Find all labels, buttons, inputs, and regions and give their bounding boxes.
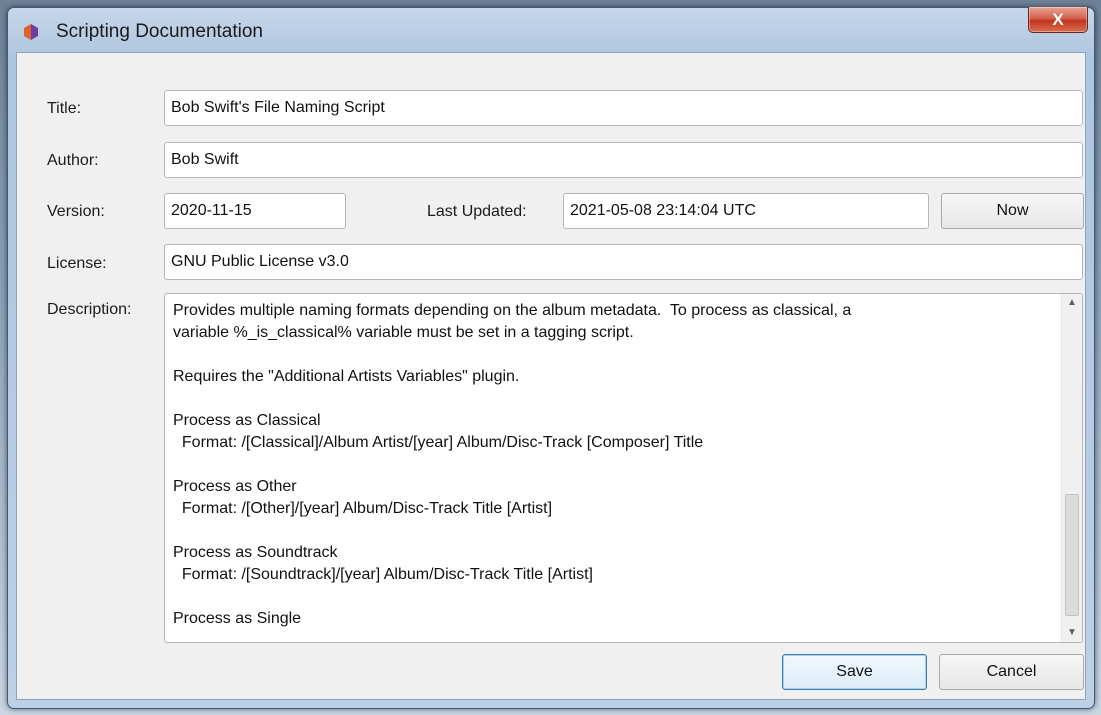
author-input[interactable] <box>164 142 1083 178</box>
description-line: Format: /[Other]/[year] Album/Disc-Track… <box>173 500 553 517</box>
dialog-window: Scripting Documentation X Title: Author:… <box>7 7 1095 709</box>
description-line: Process as Single <box>173 610 302 627</box>
last-updated-label: Last Updated: <box>427 203 527 220</box>
description-line <box>173 388 1053 410</box>
title-bar[interactable]: Scripting Documentation X <box>8 7 1094 52</box>
description-line: Process as Classical <box>173 412 321 429</box>
description-line <box>173 520 1053 542</box>
description-line: variable %_is_classical% variable must b… <box>173 324 634 341</box>
description-line: Process as Other <box>173 478 297 495</box>
vertical-scrollbar[interactable]: ▲ ▼ <box>1061 294 1082 642</box>
description-text[interactable]: Provides multiple naming formats dependi… <box>173 300 1053 630</box>
version-input[interactable] <box>164 193 346 229</box>
license-input[interactable] <box>164 244 1083 280</box>
description-line <box>173 344 1053 366</box>
title-input[interactable] <box>164 90 1083 126</box>
close-button[interactable]: X <box>1028 7 1088 33</box>
cancel-button[interactable]: Cancel <box>939 654 1084 690</box>
description-line <box>173 586 1053 608</box>
description-line: Provides multiple naming formats dependi… <box>173 302 852 319</box>
dialog-content: Title: Author: Version: Last Updated: No… <box>16 52 1086 700</box>
last-updated-input[interactable] <box>563 193 929 229</box>
author-label: Author: <box>47 152 99 169</box>
arrow-up-icon[interactable]: ▲ <box>1062 294 1082 312</box>
description-line: Format: /[Classical]/Album Artist/[year]… <box>173 434 704 451</box>
version-label: Version: <box>47 203 105 220</box>
description-line <box>173 454 1053 476</box>
description-label: Description: <box>47 301 132 318</box>
picard-logo-icon <box>24 24 38 40</box>
window-title: Scripting Documentation <box>56 21 263 42</box>
description-line: Requires the "Additional Artists Variabl… <box>173 368 520 385</box>
description-line: Format: /[Soundtrack]/[year] Album/Disc-… <box>173 566 593 583</box>
scroll-thumb[interactable] <box>1065 494 1079 616</box>
now-button[interactable]: Now <box>941 193 1084 229</box>
license-label: License: <box>47 255 107 272</box>
description-textarea[interactable]: Provides multiple naming formats dependi… <box>164 293 1083 643</box>
description-line: Process as Soundtrack <box>173 544 338 561</box>
title-label: Title: <box>47 100 82 117</box>
save-button[interactable]: Save <box>782 654 927 690</box>
arrow-down-icon[interactable]: ▼ <box>1062 624 1082 642</box>
